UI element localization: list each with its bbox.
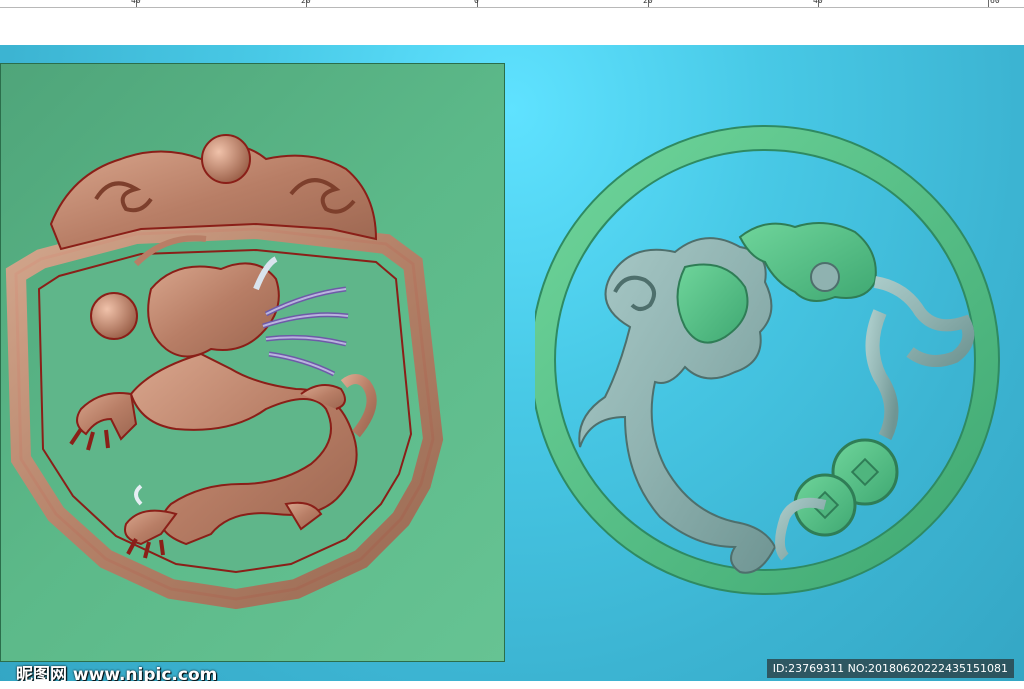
dragon-relief-carving — [5, 134, 444, 610]
dragon-relief-panel[interactable] — [0, 63, 505, 662]
ruler-label: 60 — [990, 0, 1000, 5]
ruler-label: 40 — [131, 0, 141, 5]
ruler-tick — [988, 0, 989, 7]
ruler-label: 40 — [813, 0, 823, 5]
render-viewport[interactable] — [0, 45, 1024, 689]
bottom-strip — [0, 681, 1024, 689]
image-id-bar: ID:23769311 NO:20180620222435151081 — [766, 659, 1014, 678]
ruler-label: 0 — [474, 0, 479, 5]
jade-ring-carving — [535, 125, 1000, 595]
ruler-label: 20 — [643, 0, 653, 5]
ruler-label: 20 — [301, 0, 311, 5]
top-ruler: 40 20 0 20 40 60 — [0, 0, 1024, 8]
toolbar-area — [0, 8, 1024, 45]
